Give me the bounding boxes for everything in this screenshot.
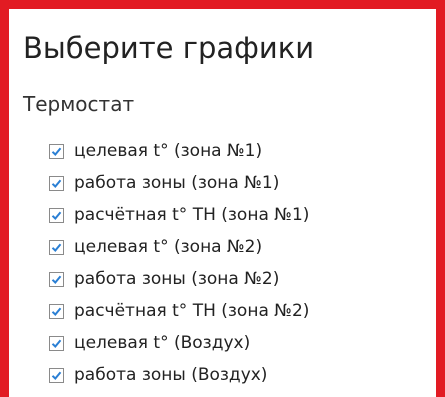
checkmark-icon bbox=[51, 147, 62, 156]
checkbox[interactable] bbox=[49, 367, 64, 383]
option-label: расчётная t° ТН (зона №2) bbox=[74, 301, 310, 321]
checkmark-icon bbox=[51, 339, 62, 348]
option-label: работа зоны (зона №2) bbox=[74, 269, 280, 289]
option-label: целевая t° (зона №1) bbox=[74, 141, 263, 161]
checkbox[interactable] bbox=[49, 271, 64, 287]
checkbox[interactable] bbox=[49, 143, 64, 159]
option-label: расчётная t° ТН (зона №1) bbox=[74, 205, 310, 225]
option-label: целевая t° (Воздух) bbox=[74, 333, 251, 353]
checkmark-icon bbox=[51, 371, 62, 380]
section-title-thermostat: Термостат bbox=[23, 92, 135, 116]
option-zone-operation-air[interactable]: работа зоны (Воздух) bbox=[49, 359, 309, 391]
checkmark-icon bbox=[51, 243, 62, 252]
option-calculated-temp-hp-zone-2[interactable]: расчётная t° ТН (зона №2) bbox=[49, 295, 309, 327]
checkbox[interactable] bbox=[49, 239, 64, 255]
option-target-temp-zone-1[interactable]: целевая t° (зона №1) bbox=[49, 135, 309, 167]
option-label: работа зоны (зона №1) bbox=[74, 173, 280, 193]
option-calculated-temp-hp-zone-1[interactable]: расчётная t° ТН (зона №1) bbox=[49, 199, 309, 231]
checkmark-icon bbox=[51, 211, 62, 220]
checkmark-icon bbox=[51, 307, 62, 316]
checkmark-icon bbox=[51, 179, 62, 188]
option-target-temp-zone-2[interactable]: целевая t° (зона №2) bbox=[49, 231, 309, 263]
option-label: целевая t° (зона №2) bbox=[74, 237, 263, 257]
checkmark-icon bbox=[51, 275, 62, 284]
option-zone-operation-zone-1[interactable]: работа зоны (зона №1) bbox=[49, 167, 309, 199]
option-label: работа зоны (Воздух) bbox=[74, 365, 268, 385]
chart-selection-panel: Выберите графики Термостат целевая t° (з… bbox=[0, 0, 445, 397]
checkbox[interactable] bbox=[49, 335, 64, 351]
checkbox[interactable] bbox=[49, 303, 64, 319]
chart-options-list: целевая t° (зона №1) работа зоны (зона №… bbox=[49, 135, 309, 391]
checkbox[interactable] bbox=[49, 207, 64, 223]
option-zone-operation-zone-2[interactable]: работа зоны (зона №2) bbox=[49, 263, 309, 295]
panel-title: Выберите графики bbox=[23, 31, 315, 65]
option-target-temp-air[interactable]: целевая t° (Воздух) bbox=[49, 327, 309, 359]
checkbox[interactable] bbox=[49, 175, 64, 191]
